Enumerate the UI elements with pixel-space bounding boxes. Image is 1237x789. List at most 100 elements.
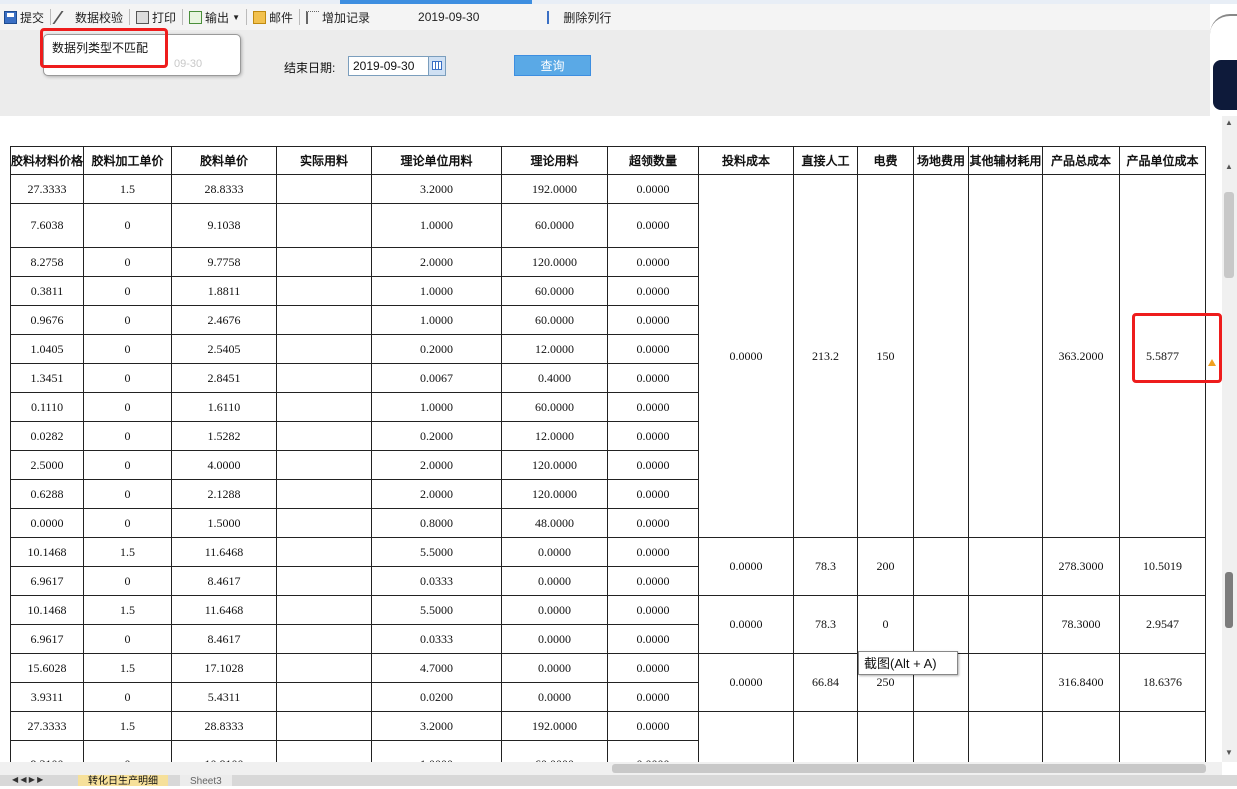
table-cell[interactable]: 6.9617 xyxy=(9,566,85,596)
table-cell[interactable]: 0.0000 xyxy=(501,537,609,567)
table-cell[interactable]: 1.5282 xyxy=(171,421,278,451)
table-cell[interactable]: 0.0000 xyxy=(501,653,609,683)
table-cell[interactable]: 60.0000 xyxy=(501,203,609,248)
table-cell[interactable]: 0.6288 xyxy=(9,479,85,509)
group-cell-site[interactable] xyxy=(913,711,970,762)
scroll-down-icon[interactable]: ▼ xyxy=(1225,748,1233,757)
table-cell[interactable]: 9.1038 xyxy=(171,203,278,248)
table-cell[interactable]: 0 xyxy=(83,203,173,248)
group-cell-total[interactable]: 78.3000 xyxy=(1042,595,1121,654)
table-cell[interactable] xyxy=(276,203,373,248)
table-cell[interactable]: 8.2758 xyxy=(9,247,85,277)
table-cell[interactable]: 2.4676 xyxy=(171,305,278,335)
table-cell[interactable]: 0.4000 xyxy=(501,363,609,393)
table-cell[interactable]: 4.0000 xyxy=(171,450,278,480)
table-cell[interactable] xyxy=(276,711,373,741)
table-cell[interactable]: 1.0000 xyxy=(371,203,503,248)
table-cell[interactable] xyxy=(276,174,373,204)
table-cell[interactable]: 11.6468 xyxy=(171,595,278,625)
table-cell[interactable]: 0 xyxy=(83,421,173,451)
table-cell[interactable] xyxy=(276,450,373,480)
table-cell[interactable]: 0.0000 xyxy=(501,595,609,625)
table-cell[interactable] xyxy=(276,624,373,654)
table-cell[interactable]: 2.1288 xyxy=(171,479,278,509)
table-cell[interactable]: 8.4617 xyxy=(171,566,278,596)
table-cell[interactable]: 0.0000 xyxy=(607,537,700,567)
table-cell[interactable]: 0.0000 xyxy=(607,740,700,762)
table-cell[interactable]: 9.7758 xyxy=(171,247,278,277)
table-cell[interactable]: 0.0200 xyxy=(371,682,503,712)
table-cell[interactable]: 0.0000 xyxy=(607,392,700,422)
group-cell-feed-cost[interactable] xyxy=(698,711,795,762)
table-cell[interactable]: 5.5000 xyxy=(371,537,503,567)
table-cell[interactable]: 120.0000 xyxy=(501,450,609,480)
table-cell[interactable]: 0.0000 xyxy=(607,711,700,741)
group-cell-unit[interactable]: 10.5019 xyxy=(1119,537,1207,596)
table-cell[interactable]: 0 xyxy=(83,334,173,364)
table-cell[interactable]: 4.7000 xyxy=(371,653,503,683)
table-cell[interactable]: 11.6468 xyxy=(171,537,278,567)
table-cell[interactable]: 10.1468 xyxy=(9,537,85,567)
table-cell[interactable]: 2.5405 xyxy=(171,334,278,364)
table-cell[interactable]: 2.0000 xyxy=(371,450,503,480)
table-cell[interactable]: 0 xyxy=(83,479,173,509)
table-cell[interactable] xyxy=(276,682,373,712)
table-cell[interactable]: 5.5000 xyxy=(371,595,503,625)
table-cell[interactable]: 0.0000 xyxy=(607,334,700,364)
table-cell[interactable]: 120.0000 xyxy=(501,247,609,277)
validate-button[interactable]: 数据校验 xyxy=(52,6,127,28)
table-cell[interactable]: 0.0000 xyxy=(607,595,700,625)
table-cell[interactable]: 0 xyxy=(83,276,173,306)
vertical-scrollbar[interactable]: ▲ ▲ ▼ xyxy=(1222,116,1237,762)
table-cell[interactable]: 0.0333 xyxy=(371,624,503,654)
table-cell[interactable] xyxy=(276,421,373,451)
table-cell[interactable]: 7.6038 xyxy=(9,203,85,248)
table-cell[interactable] xyxy=(276,276,373,306)
table-cell[interactable]: 0.0000 xyxy=(607,682,700,712)
table-cell[interactable] xyxy=(276,740,373,762)
table-cell[interactable]: 1.8811 xyxy=(171,276,278,306)
table-cell[interactable] xyxy=(276,508,373,538)
table-cell[interactable]: 0 xyxy=(83,624,173,654)
group-cell-unit[interactable] xyxy=(1119,711,1207,762)
table-cell[interactable]: 0.0282 xyxy=(9,421,85,451)
table-cell[interactable]: 9.3100 xyxy=(9,740,85,762)
group-cell-feed-cost[interactable]: 0.0000 xyxy=(698,595,795,654)
table-cell[interactable]: 1.5 xyxy=(83,653,173,683)
print-button[interactable]: 打印 xyxy=(132,6,180,28)
table-cell[interactable] xyxy=(276,392,373,422)
table-cell[interactable] xyxy=(276,247,373,277)
group-cell-feed-cost[interactable]: 0.0000 xyxy=(698,537,795,596)
table-cell[interactable]: 3.2000 xyxy=(371,174,503,204)
scroll-up-icon[interactable]: ▲ xyxy=(1225,118,1233,127)
table-cell[interactable] xyxy=(276,653,373,683)
table-cell[interactable] xyxy=(276,363,373,393)
table-cell[interactable]: 12.0000 xyxy=(501,334,609,364)
table-cell[interactable]: 0.0000 xyxy=(607,653,700,683)
table-cell[interactable]: 0.0000 xyxy=(607,624,700,654)
table-cell[interactable]: 10.8100 xyxy=(171,740,278,762)
table-cell[interactable]: 0.0067 xyxy=(371,363,503,393)
table-cell[interactable]: 0 xyxy=(83,247,173,277)
table-cell[interactable]: 1.5 xyxy=(83,537,173,567)
table-cell[interactable] xyxy=(276,566,373,596)
table-cell[interactable] xyxy=(276,537,373,567)
table-cell[interactable]: 0 xyxy=(83,392,173,422)
table-cell[interactable]: 1.0000 xyxy=(371,392,503,422)
h-scroll-thumb[interactable] xyxy=(612,764,1206,773)
table-cell[interactable]: 8.4617 xyxy=(171,624,278,654)
table-cell[interactable]: 60.0000 xyxy=(501,740,609,762)
group-cell-labor[interactable]: 78.3 xyxy=(793,537,859,596)
sheet-nav-buttons[interactable]: ◀ ◀ ▶ ▶ xyxy=(12,775,43,784)
table-cell[interactable]: 0.8000 xyxy=(371,508,503,538)
table-cell[interactable]: 2.0000 xyxy=(371,247,503,277)
group-cell-site[interactable] xyxy=(913,595,970,654)
group-cell-total[interactable]: 363.2000 xyxy=(1042,174,1121,538)
table-cell[interactable]: 10.1468 xyxy=(9,595,85,625)
table-cell[interactable]: 2.0000 xyxy=(371,479,503,509)
table-cell[interactable]: 1.0000 xyxy=(371,276,503,306)
group-cell-site[interactable] xyxy=(913,537,970,596)
table-cell[interactable]: 0.2000 xyxy=(371,334,503,364)
table-cell[interactable]: 0.9676 xyxy=(9,305,85,335)
query-button[interactable]: 查询 xyxy=(514,55,591,76)
